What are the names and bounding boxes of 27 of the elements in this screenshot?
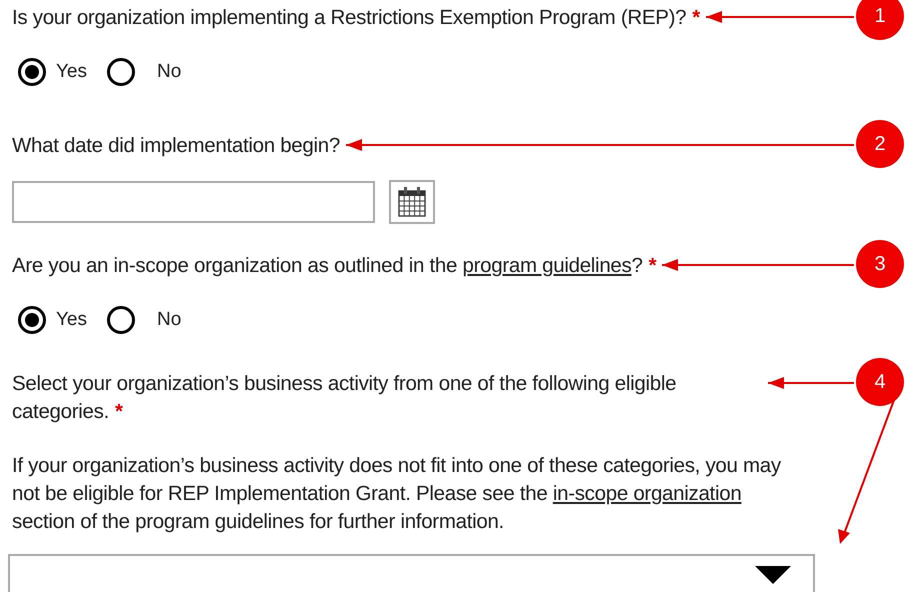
question-text: What date did implementation begin? [12, 133, 340, 159]
question-text: Are you an in-scope organization as outlined in the program guidelines? * [12, 253, 656, 279]
required-marker: * [114, 400, 123, 423]
callout-number: 2 [856, 120, 904, 168]
radio-button[interactable] [107, 306, 135, 334]
radio-label: Yes [56, 61, 87, 83]
radio-button[interactable] [18, 58, 46, 86]
help-text: If your organization’s business activity does not fit into one of these categories, you may not be eligible for REP Implementation Grant. Please see the in-scope organization section of the program guidelines for further information. [12, 454, 781, 533]
required-marker: * [692, 6, 700, 29]
guidelines-link[interactable]: in-scope organization [552, 482, 742, 505]
radio-button[interactable] [107, 58, 135, 86]
radio-label: Yes [56, 309, 87, 331]
radio-label: No [157, 61, 182, 83]
callout-number: 1 [856, 0, 904, 40]
question-text: Select your organization’s business activity from one of the following eligible categories. * [12, 371, 678, 425]
radio-label: No [157, 309, 182, 331]
callout-number: 3 [856, 240, 904, 288]
calendar-button[interactable] [389, 180, 435, 224]
calendar-icon [397, 186, 427, 218]
question-text: Is your organization implementing a Restrictions Exemption Program (REP)? * [12, 5, 700, 31]
date-input-field[interactable] [12, 181, 375, 223]
dropdown-field[interactable] [8, 554, 815, 592]
caret-icon [755, 566, 791, 584]
required-marker: * [648, 254, 656, 277]
guidelines-link[interactable]: program guidelines [462, 254, 632, 277]
callout-number: 4 [856, 358, 904, 406]
radio-button[interactable] [18, 306, 46, 334]
